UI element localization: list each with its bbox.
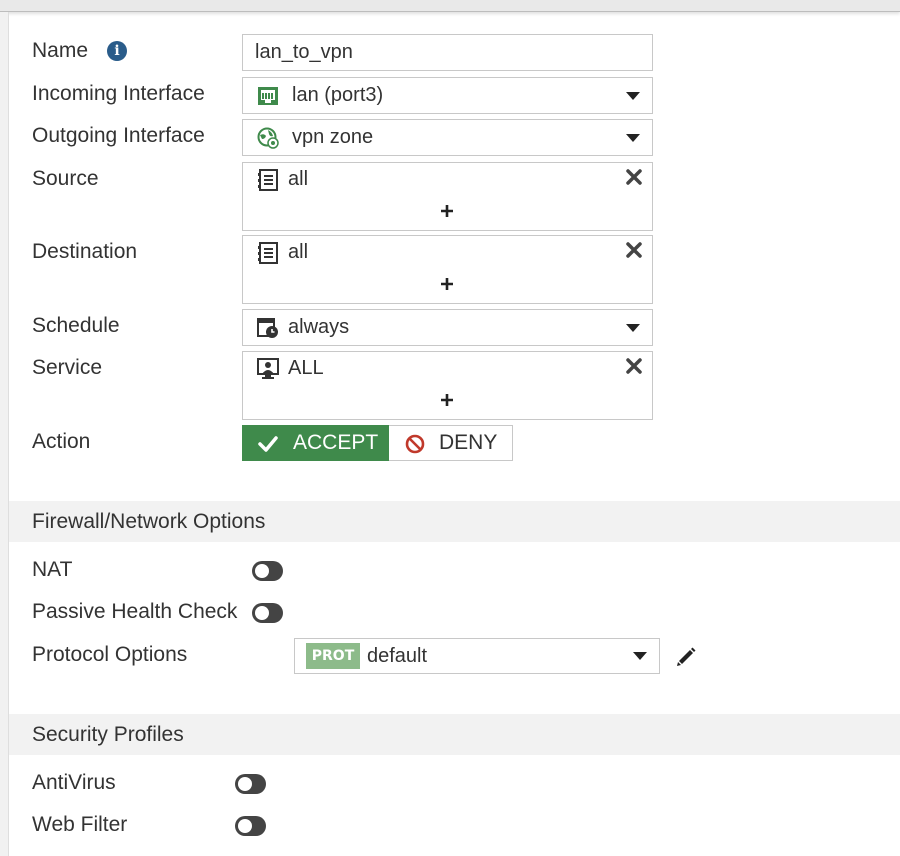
add-icon[interactable] <box>439 392 455 408</box>
web-filter-toggle[interactable] <box>235 816 266 836</box>
incoming-interface-label: Incoming Interface <box>32 82 205 105</box>
incoming-interface-select[interactable]: lan (port3) <box>242 77 653 114</box>
outgoing-interface-value: vpn zone <box>292 126 374 148</box>
action-toggle-group: ACCEPT DENY <box>242 425 513 461</box>
passive-health-check-toggle[interactable] <box>252 603 283 623</box>
name-input[interactable]: lan_to_vpn <box>242 34 653 71</box>
toggle-knob <box>238 819 252 833</box>
remove-icon[interactable] <box>624 356 644 376</box>
service-label: Service <box>32 356 103 379</box>
firewall-network-section-header: Firewall/Network Options <box>9 501 900 542</box>
outgoing-interface-select[interactable]: vpn zone <box>242 119 653 156</box>
protocol-options-select[interactable]: PROT default <box>294 638 660 674</box>
incoming-interface-value: lan (port3) <box>292 84 384 106</box>
antivirus-label: AntiVirus <box>32 771 116 794</box>
zone-globe-icon <box>257 127 279 149</box>
firewall-network-section-title: Firewall/Network Options <box>32 510 266 533</box>
schedule-select[interactable]: always <box>242 309 653 346</box>
passive-health-check-label: Passive Health Check <box>32 600 238 623</box>
name-label: Name <box>32 39 89 62</box>
schedule-icon <box>257 318 278 338</box>
left-panel-edge <box>0 12 9 856</box>
address-icon <box>258 242 278 264</box>
nat-toggle[interactable] <box>252 561 283 581</box>
protocol-options-value: default <box>367 645 428 667</box>
schedule-value: always <box>288 316 350 338</box>
service-icon <box>257 358 279 379</box>
info-icon[interactable]: i <box>107 41 127 61</box>
remove-icon[interactable] <box>624 167 644 187</box>
toggle-knob <box>255 564 269 578</box>
security-profiles-section-header: Security Profiles <box>9 714 900 755</box>
accept-label: ACCEPT <box>293 431 379 454</box>
deny-label: DENY <box>439 431 498 454</box>
deny-button[interactable]: DENY <box>389 425 513 461</box>
protocol-options-label: Protocol Options <box>32 643 188 666</box>
source-label: Source <box>32 167 99 190</box>
remove-icon[interactable] <box>624 240 644 260</box>
add-icon[interactable] <box>439 203 455 219</box>
schedule-label: Schedule <box>32 314 120 337</box>
name-input-value: lan_to_vpn <box>255 41 353 63</box>
port-icon <box>258 87 278 105</box>
nat-label: NAT <box>32 558 73 581</box>
destination-field[interactable]: all <box>242 235 653 304</box>
antivirus-toggle[interactable] <box>235 774 266 794</box>
service-entry: ALL <box>288 357 324 379</box>
checkmark-icon <box>258 436 278 452</box>
chevron-down-icon <box>626 92 640 100</box>
window-top-bar <box>0 0 900 12</box>
toggle-knob <box>238 777 252 791</box>
prot-badge: PROT <box>306 643 360 669</box>
address-icon <box>258 169 278 191</box>
destination-entry: all <box>288 241 309 263</box>
web-filter-label: Web Filter <box>32 813 128 836</box>
toggle-knob <box>255 606 269 620</box>
accept-button[interactable]: ACCEPT <box>242 425 389 461</box>
action-label: Action <box>32 430 91 453</box>
chevron-down-icon <box>633 652 647 660</box>
add-icon[interactable] <box>439 276 455 292</box>
destination-label: Destination <box>32 240 138 263</box>
source-field[interactable]: all <box>242 162 653 231</box>
chevron-down-icon <box>626 134 640 142</box>
outgoing-interface-label: Outgoing Interface <box>32 124 205 147</box>
chevron-down-icon <box>626 324 640 332</box>
deny-icon <box>405 434 425 454</box>
service-field[interactable]: ALL <box>242 351 653 420</box>
security-profiles-section-title: Security Profiles <box>32 723 184 746</box>
source-entry: all <box>288 168 309 190</box>
edit-pencil-icon[interactable] <box>675 646 697 668</box>
